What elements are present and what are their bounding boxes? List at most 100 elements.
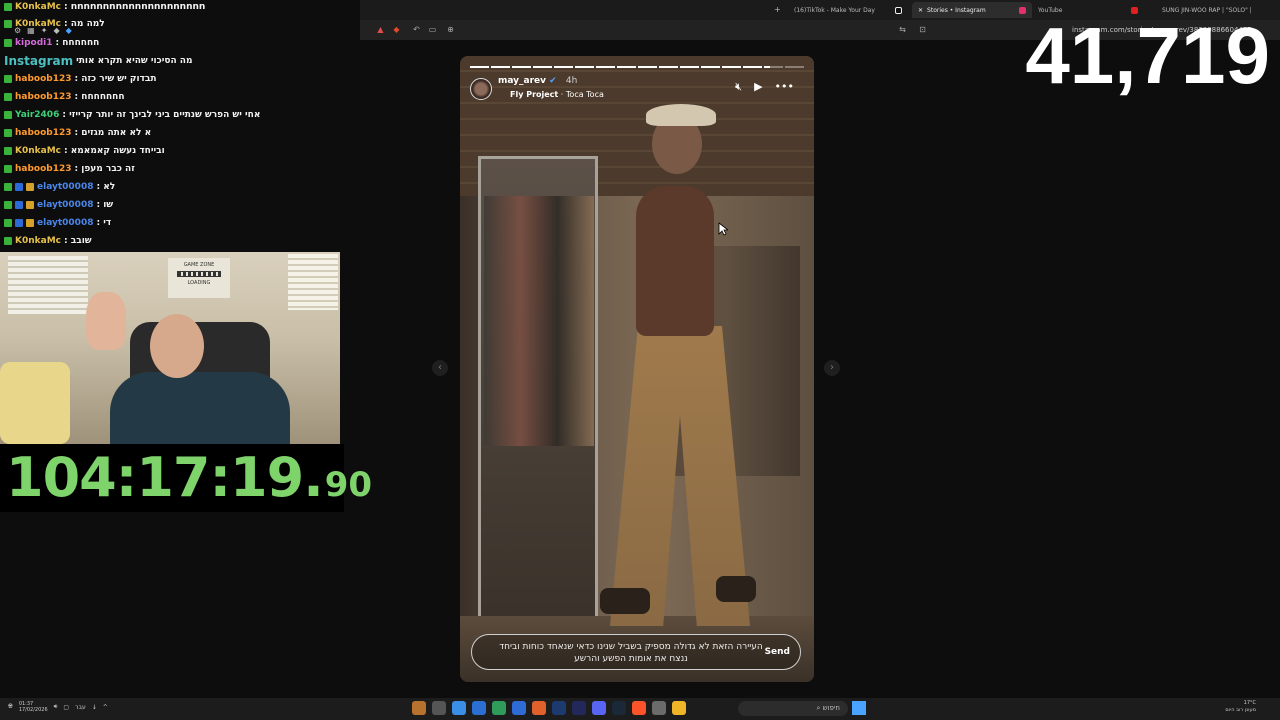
app-icon[interactable] — [572, 701, 586, 715]
gift-badge-icon — [26, 183, 34, 191]
network-icon[interactable]: 🌐︎ — [8, 703, 13, 711]
chat-username: kipodi1 — [15, 38, 53, 48]
chat-message: kipodi1 : חחחחחח — [4, 36, 99, 50]
boot — [600, 588, 650, 614]
chat-username: haboob123 — [15, 92, 72, 102]
folder-icon[interactable] — [672, 701, 686, 715]
grid-icon[interactable]: ▦ — [27, 26, 35, 35]
next-story-button[interactable]: › — [824, 360, 840, 376]
progress-segment — [512, 66, 531, 68]
close-icon[interactable]: ✕ — [918, 7, 923, 14]
back-icon[interactable]: ↶ — [412, 25, 421, 34]
chat-message: haboob123 : חחחחחחח — [4, 90, 125, 104]
window-icon[interactable]: ▭ — [428, 25, 437, 34]
chat-message: Yair2406 : אחי יש הפרש שנתיים ביני לבינך… — [4, 108, 260, 122]
story-song[interactable]: Fly Project · Toca Toca — [510, 90, 604, 99]
tab-tiktok-label: (16)TikTok - Make Your Day — [794, 6, 875, 14]
story-username[interactable]: may_arev — [498, 76, 546, 86]
zoom-icon[interactable]: ⊕ — [446, 25, 455, 34]
chat-username: elayt00008 — [37, 218, 94, 228]
app-icon[interactable] — [452, 701, 466, 715]
chat-text: : שו — [96, 200, 114, 210]
tab-tiktok[interactable]: (16)TikTok - Make Your Day — [788, 2, 908, 18]
app-icon[interactable] — [472, 701, 486, 715]
chat-username: haboob123 — [15, 164, 72, 174]
language-indicator[interactable]: עבר — [75, 704, 86, 711]
play-icon[interactable]: ▶ — [754, 80, 762, 94]
chat-text: : לא — [96, 182, 116, 192]
brave-icon[interactable] — [632, 701, 646, 715]
microphone-icon[interactable]: ↓ — [92, 704, 97, 711]
pillow — [0, 362, 70, 444]
streamer-head — [150, 314, 204, 378]
progress-fill — [491, 66, 510, 68]
chat-message: elayt00008 : די — [4, 216, 111, 230]
diamond-icon[interactable]: ◆ — [53, 26, 59, 35]
taskbar-apps — [412, 701, 686, 715]
tab-instagram-label: Stories • Instagram — [927, 6, 986, 14]
previous-story-button[interactable]: ‹ — [432, 360, 448, 376]
app-icon[interactable] — [652, 701, 666, 715]
app-icon[interactable] — [552, 701, 566, 715]
blue-diamond-icon[interactable]: ◆ — [66, 26, 72, 35]
song-artist: Fly Project — [510, 90, 559, 99]
new-tab-icon[interactable]: + — [774, 5, 781, 14]
mouse-cursor-icon — [718, 222, 728, 236]
send-button[interactable]: Send — [765, 647, 790, 657]
progress-fill — [701, 66, 720, 68]
verified-icon: ✔ — [549, 76, 557, 86]
progress-segment — [617, 66, 636, 68]
reply-text[interactable]: העיירה הזאת לא גדולה מספיק בשביל שנינו כ… — [498, 641, 764, 665]
webcam-feed: GAME ZONE LOADING — [0, 252, 340, 444]
subscriber-badge-icon — [4, 147, 12, 155]
puzzle-icon[interactable]: ✦ — [41, 26, 48, 35]
subscriber-badge-icon — [4, 165, 12, 173]
weather-widget[interactable]: 17°C מעונן רוב היום — [1225, 700, 1256, 714]
chat-username: haboob123 — [15, 74, 72, 84]
waving-hand — [86, 292, 126, 350]
gift-badge-icon — [26, 219, 34, 227]
progress-fill — [533, 66, 552, 68]
reply-input[interactable]: העיירה הזאת לא גדולה מספיק בשביל שנינו כ… — [471, 634, 801, 670]
story-header: may_arev ✔ 4h Fly Project · Toca Toca 🔇︎… — [470, 76, 804, 104]
window-blinds — [8, 256, 88, 314]
clock[interactable]: 01:37 17/02/2026 — [19, 701, 48, 713]
progress-segment — [743, 66, 762, 68]
mute-icon[interactable]: 🔇︎ — [735, 80, 742, 94]
story-viewer[interactable] — [460, 56, 814, 682]
story-time: 4h — [565, 76, 578, 86]
subscriber-badge-icon — [4, 129, 12, 137]
bookmark-icon[interactable]: ⊡ — [918, 25, 927, 34]
toolbar-icons: ⚙ ▦ ✦ ◆ ◆ — [14, 26, 72, 35]
avatar[interactable] — [470, 78, 492, 100]
brave-rewards-icon[interactable]: ▲ — [376, 25, 385, 34]
app-icon[interactable] — [512, 701, 526, 715]
volume-icon[interactable]: 🔊︎ — [54, 703, 58, 711]
chat-username: haboob123 — [15, 128, 72, 138]
song-title: Toca Toca — [565, 90, 604, 99]
chat-username: K0nkaMc — [15, 146, 61, 156]
clock-date: 17/02/2026 — [18, 707, 48, 713]
more-options-icon[interactable]: ••• — [775, 80, 794, 94]
chevron-up-icon[interactable]: ^ — [103, 704, 108, 711]
progress-fill — [617, 66, 636, 68]
brave-shield-icon[interactable]: ◆ — [392, 25, 401, 34]
chat-text: : nnnnnnnnnnnnnnnnnnnnn — [64, 2, 206, 12]
progress-fill — [596, 66, 615, 68]
app-icon[interactable] — [532, 701, 546, 715]
display-icon[interactable]: ▢ — [63, 704, 69, 711]
tiktok-icon — [895, 6, 902, 14]
app-icon[interactable] — [492, 701, 506, 715]
chat-username: elayt00008 — [37, 182, 94, 192]
discord-icon[interactable] — [592, 701, 606, 715]
app-icon[interactable] — [432, 701, 446, 715]
stream-chat: K0nkaMc : nnnnnnnnnnnnnnnnnnnnn K0nkaMc … — [0, 0, 360, 252]
share-icon[interactable]: ⇆ — [898, 25, 907, 34]
taskbar-search[interactable]: חיפוש ⌕ — [738, 701, 848, 716]
steam-icon[interactable] — [612, 701, 626, 715]
app-icon[interactable] — [412, 701, 426, 715]
subscriber-badge-icon — [4, 111, 12, 119]
settings-icon[interactable]: ⚙ — [14, 26, 21, 35]
chat-message: haboob123 : זה כבר מעפן — [4, 162, 135, 176]
windows-start-icon[interactable] — [852, 701, 866, 715]
